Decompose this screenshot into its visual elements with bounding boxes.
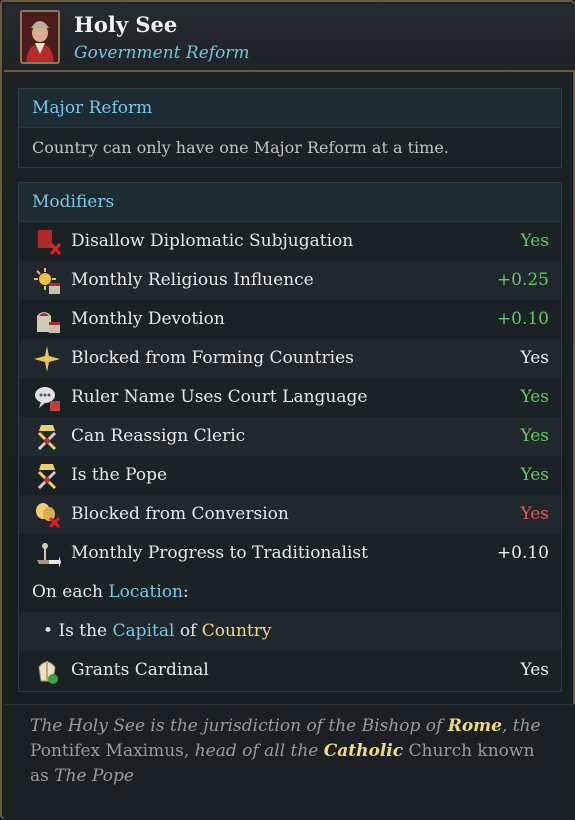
bullet: •	[43, 621, 54, 641]
condition-line: • Is the Capital of Country	[19, 612, 561, 651]
modifier-label: Ruler Name Uses Court Language	[71, 387, 368, 407]
major-reform-text: Country can only have one Major Reform a…	[32, 138, 449, 157]
modifier-row: Blocked from Conversion Yes	[19, 495, 561, 534]
modifier-value: +0.10	[496, 309, 549, 329]
papal-keys-icon	[37, 425, 57, 451]
location-link[interactable]: Location	[108, 582, 183, 602]
pope-portrait-icon	[20, 10, 60, 64]
banner-cross-icon	[38, 230, 61, 256]
modifier-value: Yes	[520, 465, 549, 485]
modifier-row: Disallow Diplomatic Subjugation Yes	[19, 222, 561, 261]
rome-link[interactable]: Rome	[448, 716, 502, 736]
modifier-row: Can Reassign Cleric Yes	[19, 417, 561, 456]
modifier-label: Can Reassign Cleric	[71, 426, 246, 446]
sun-calendar-icon	[34, 268, 60, 294]
country-link[interactable]: Country	[202, 621, 272, 641]
modifier-value: +0.25	[496, 270, 549, 290]
modifier-value: Yes	[520, 504, 549, 524]
modifier-row: Monthly Religious Influence +0.25	[19, 261, 561, 300]
modifier-list: Disallow Diplomatic Subjugation Yes Monthl…	[19, 222, 561, 573]
modifier-value: Yes	[520, 387, 549, 407]
catholic-link[interactable]: Catholic	[324, 741, 403, 761]
page-subtitle: Government Reform	[74, 43, 250, 63]
scales-arrow-icon	[37, 543, 61, 568]
flavor-part: Pontifex Maximus,	[30, 741, 190, 761]
modifier-label: Disallow Diplomatic Subjugation	[71, 231, 354, 251]
condition-text-2: of	[179, 621, 197, 641]
flavor-part: , the	[501, 716, 541, 736]
mitre-icon	[38, 661, 58, 684]
major-reform-title: Major Reform	[19, 89, 561, 128]
modifier-label: Blocked from Conversion	[71, 504, 289, 524]
flavor-part: head of all the	[194, 741, 319, 761]
location-line: On each Location:	[19, 573, 561, 612]
flavor-part: The Holy See is the jurisdiction of the …	[30, 716, 443, 736]
tooltip-panel: Holy See Government Reform Major Reform …	[0, 0, 575, 820]
modifier-value: Yes	[520, 426, 549, 446]
papal-keys-icon	[37, 464, 57, 490]
grant-cardinal-row: Grants Cardinal Yes	[19, 651, 561, 690]
modifier-value: +0.10	[496, 543, 549, 563]
modifier-value: Yes	[520, 231, 549, 251]
flavor-part: The Pope	[54, 766, 134, 786]
grant-label: Grants Cardinal	[71, 660, 209, 680]
modifier-row: Ruler Name Uses Court Language Yes	[19, 378, 561, 417]
flavor-text: The Holy See is the jurisdiction of the …	[30, 714, 550, 789]
modifier-row: Monthly Progress to Traditionalist +0.10	[19, 534, 561, 573]
modifiers-title: Modifiers	[19, 183, 561, 222]
modifier-row: Is the Pope Yes	[19, 456, 561, 495]
modifier-label: Blocked from Forming Countries	[71, 348, 354, 368]
masks-cross-icon	[36, 503, 61, 529]
church-calendar-icon	[37, 312, 60, 333]
major-reform-section: Major Reform Country can only have one M…	[18, 88, 562, 168]
modifier-label: Monthly Devotion	[71, 309, 225, 329]
modifier-value: Yes	[520, 348, 549, 368]
grant-value: Yes	[520, 660, 549, 680]
tooltip-header: Holy See Government Reform	[4, 4, 575, 72]
capital-link[interactable]: Capital	[113, 621, 175, 641]
page-title: Holy See	[74, 12, 178, 37]
star-burst-icon	[34, 346, 60, 372]
location-suffix: :	[183, 582, 189, 602]
modifier-label: Monthly Religious Influence	[71, 270, 314, 290]
modifier-label: Is the Pope	[71, 465, 168, 485]
modifier-label: Monthly Progress to Traditionalist	[71, 543, 368, 563]
speech-bubble-icon	[35, 387, 60, 411]
modifier-row: Monthly Devotion +0.10	[19, 300, 561, 339]
location-prefix: On each	[32, 582, 103, 602]
modifier-row: Blocked from Forming Countries Yes	[19, 339, 561, 378]
modifiers-section: Modifiers Disallow Diplomatic Subjugatio…	[18, 182, 562, 692]
condition-text-1: Is the	[58, 621, 108, 641]
